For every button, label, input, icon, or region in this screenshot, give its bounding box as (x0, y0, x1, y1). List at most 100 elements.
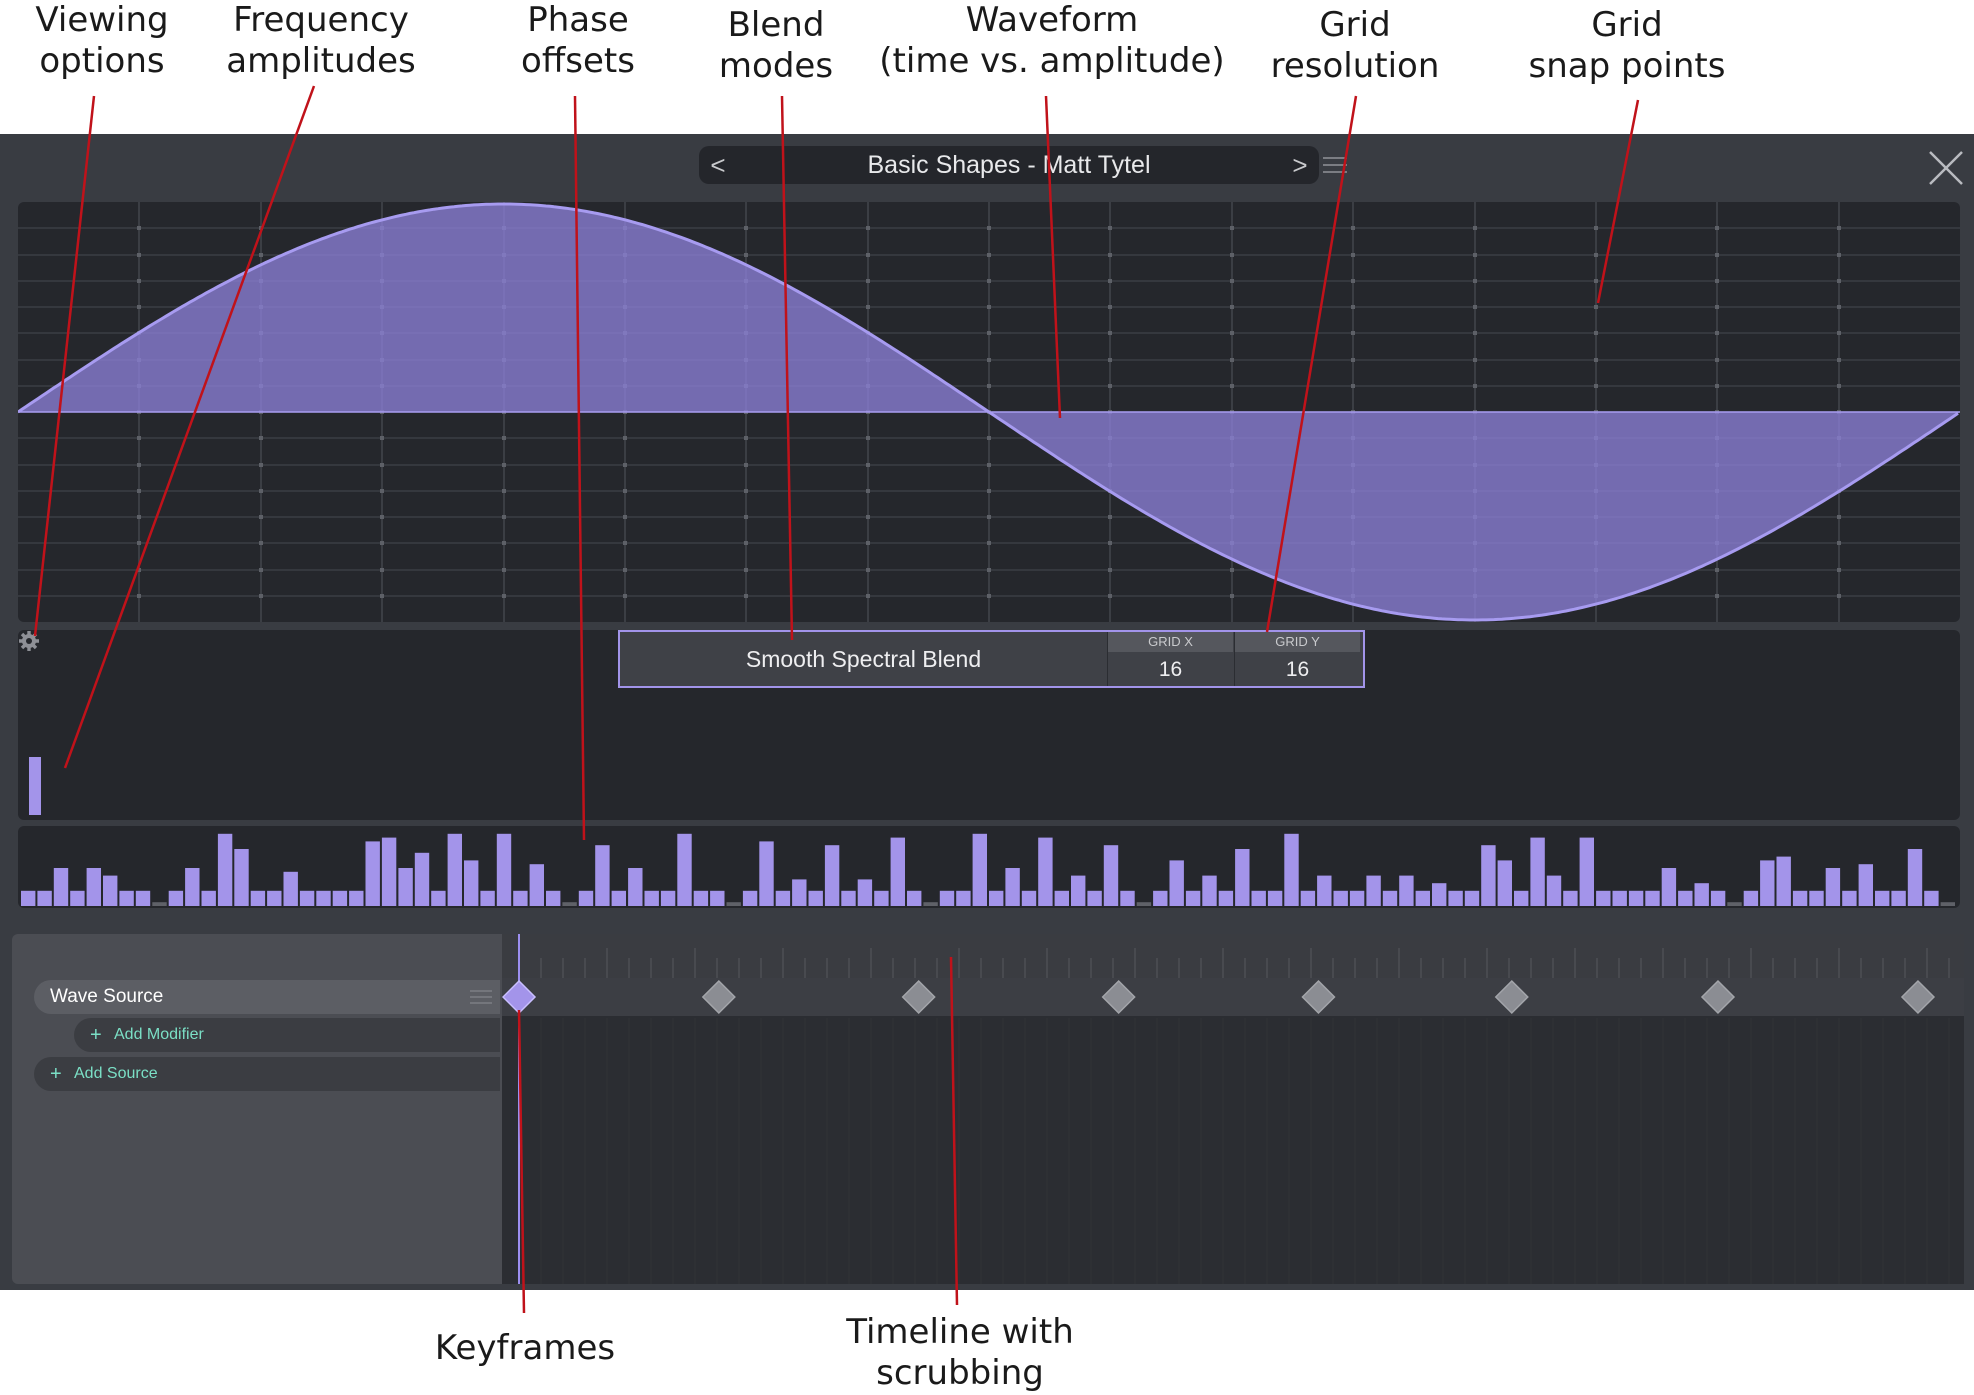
phase-offset-bar[interactable] (37, 890, 52, 906)
phase-offset-bar[interactable] (1382, 890, 1398, 906)
phase-offset-bar[interactable] (1907, 849, 1923, 906)
phase-offset-bar[interactable] (1875, 890, 1890, 906)
phase-offset-bar[interactable] (217, 833, 233, 906)
phase-offset-bar[interactable] (1464, 890, 1480, 906)
phase-offset-bar[interactable] (119, 890, 134, 906)
phase-offset-bar[interactable] (480, 890, 495, 906)
blend-mode-selector[interactable]: Smooth Spectral Blend (620, 632, 1107, 686)
phase-offset-bar[interactable] (890, 837, 905, 906)
phase-offset-bar[interactable] (1481, 845, 1496, 906)
phase-offset-bar[interactable] (185, 868, 200, 906)
phase-offset-bar[interactable] (1858, 864, 1873, 906)
phase-offset-bar[interactable] (529, 864, 544, 906)
phase-offset-bar[interactable] (956, 890, 971, 906)
phase-offset-bar[interactable] (1497, 860, 1512, 906)
drag-handle-icon[interactable] (470, 990, 492, 1004)
phase-offset-bar[interactable] (250, 890, 266, 906)
phase-offset-bar[interactable] (1661, 868, 1677, 906)
phase-offset-bar[interactable] (1120, 890, 1135, 906)
phase-offset-bar[interactable] (595, 845, 610, 906)
phase-offset-bar[interactable] (1645, 890, 1660, 906)
phase-offset-bar[interactable] (70, 890, 85, 906)
frequency-amplitudes-editor[interactable]: Smooth Spectral Blend GRID X 16 GRID Y 1… (18, 630, 1960, 820)
phase-offset-bar[interactable] (431, 890, 446, 906)
phase-offset-bar[interactable] (726, 902, 741, 906)
phase-offset-bar[interactable] (152, 902, 167, 906)
phase-offset-bar[interactable] (775, 890, 791, 906)
phase-offset-bar[interactable] (1038, 837, 1053, 906)
phase-offset-bar[interactable] (299, 890, 315, 906)
phase-offset-bar[interactable] (907, 890, 922, 906)
phase-offset-bar[interactable] (168, 890, 184, 906)
phase-offset-bar[interactable] (1054, 890, 1069, 906)
phase-offset-bar[interactable] (398, 868, 413, 906)
phase-offset-bar[interactable] (103, 875, 118, 906)
phase-offset-bar[interactable] (1366, 875, 1381, 906)
phase-offset-bar[interactable] (1021, 890, 1037, 906)
phase-offset-bar[interactable] (1710, 890, 1726, 906)
grid-y-value[interactable]: 16 (1235, 654, 1360, 686)
phase-canvas[interactable] (18, 826, 1960, 908)
phase-offset-bar[interactable] (989, 890, 1004, 906)
phase-offset-bar[interactable] (365, 841, 380, 906)
phase-offset-bar[interactable] (53, 868, 69, 906)
phase-offset-bar[interactable] (86, 868, 101, 906)
phase-offset-bar[interactable] (1727, 902, 1742, 906)
phase-offset-bar[interactable] (1317, 875, 1332, 906)
phase-offset-bar[interactable] (1776, 856, 1791, 906)
phase-offset-bar[interactable] (857, 879, 873, 906)
phase-offset-bar[interactable] (1825, 868, 1841, 906)
phase-offset-bar[interactable] (464, 860, 479, 906)
phase-offset-bar[interactable] (1760, 860, 1775, 906)
phase-offset-bar[interactable] (1284, 833, 1299, 906)
phase-offset-bar[interactable] (1940, 902, 1955, 906)
add-modifier-button[interactable]: + Add Modifier (74, 1018, 500, 1052)
phase-offset-bar[interactable] (972, 833, 987, 906)
phase-offset-bar[interactable] (546, 890, 561, 906)
phase-offset-bar[interactable] (1349, 890, 1365, 906)
phase-offset-bar[interactable] (1136, 902, 1152, 906)
phase-offset-bar[interactable] (1185, 890, 1201, 906)
phase-offset-bar[interactable] (1415, 890, 1430, 906)
phase-offset-bar[interactable] (1563, 890, 1578, 906)
phase-offset-bar[interactable] (824, 845, 840, 906)
phase-offset-bar[interactable] (1267, 890, 1283, 906)
phase-offset-bar[interactable] (1202, 875, 1217, 906)
phase-offset-bar[interactable] (841, 890, 856, 906)
timeline-canvas[interactable] (502, 934, 1964, 1284)
phase-offset-bar[interactable] (1169, 860, 1184, 906)
phase-offset-bar[interactable] (283, 871, 298, 906)
phase-offset-bar[interactable] (874, 890, 889, 906)
phase-offset-bar[interactable] (1596, 890, 1611, 906)
phase-offset-bar[interactable] (628, 868, 643, 906)
waveform-editor[interactable] (18, 202, 1960, 622)
close-icon[interactable] (1928, 150, 1964, 186)
phase-offset-bar[interactable] (1792, 890, 1808, 906)
preset-name[interactable]: Basic Shapes - Matt Tytel (759, 146, 1259, 184)
phase-offset-bar[interactable] (201, 890, 216, 906)
timeline-ruler[interactable] (502, 934, 1964, 978)
phase-offset-bar[interactable] (710, 890, 725, 906)
grid-x-control[interactable]: GRID X 16 (1107, 632, 1233, 686)
phase-offset-bar[interactable] (1005, 868, 1020, 906)
phase-offset-bar[interactable] (1448, 890, 1463, 906)
phase-offset-bar[interactable] (1678, 890, 1693, 906)
grid-x-value[interactable]: 16 (1108, 654, 1233, 686)
phase-offset-bar[interactable] (939, 890, 955, 906)
phase-offset-bar[interactable] (267, 890, 282, 906)
phase-offset-bar[interactable] (792, 879, 807, 906)
phase-offset-bar[interactable] (1087, 890, 1102, 906)
phase-offset-bar[interactable] (1514, 890, 1529, 906)
phase-offset-bar[interactable] (513, 890, 528, 906)
wave-source-row[interactable]: Wave Source (34, 980, 500, 1014)
phase-offset-bar[interactable] (414, 852, 430, 906)
phase-offset-bar[interactable] (1300, 890, 1316, 906)
phase-offset-bar[interactable] (1743, 890, 1759, 906)
phase-offset-bar[interactable] (578, 890, 594, 906)
phase-offset-bar[interactable] (693, 890, 709, 906)
phase-offset-bar[interactable] (644, 890, 659, 906)
frequency-amplitude-bar[interactable] (29, 757, 41, 815)
phase-offset-bar[interactable] (759, 841, 774, 906)
phase-offset-bar[interactable] (1694, 883, 1709, 906)
phase-offset-bar[interactable] (1235, 849, 1250, 906)
